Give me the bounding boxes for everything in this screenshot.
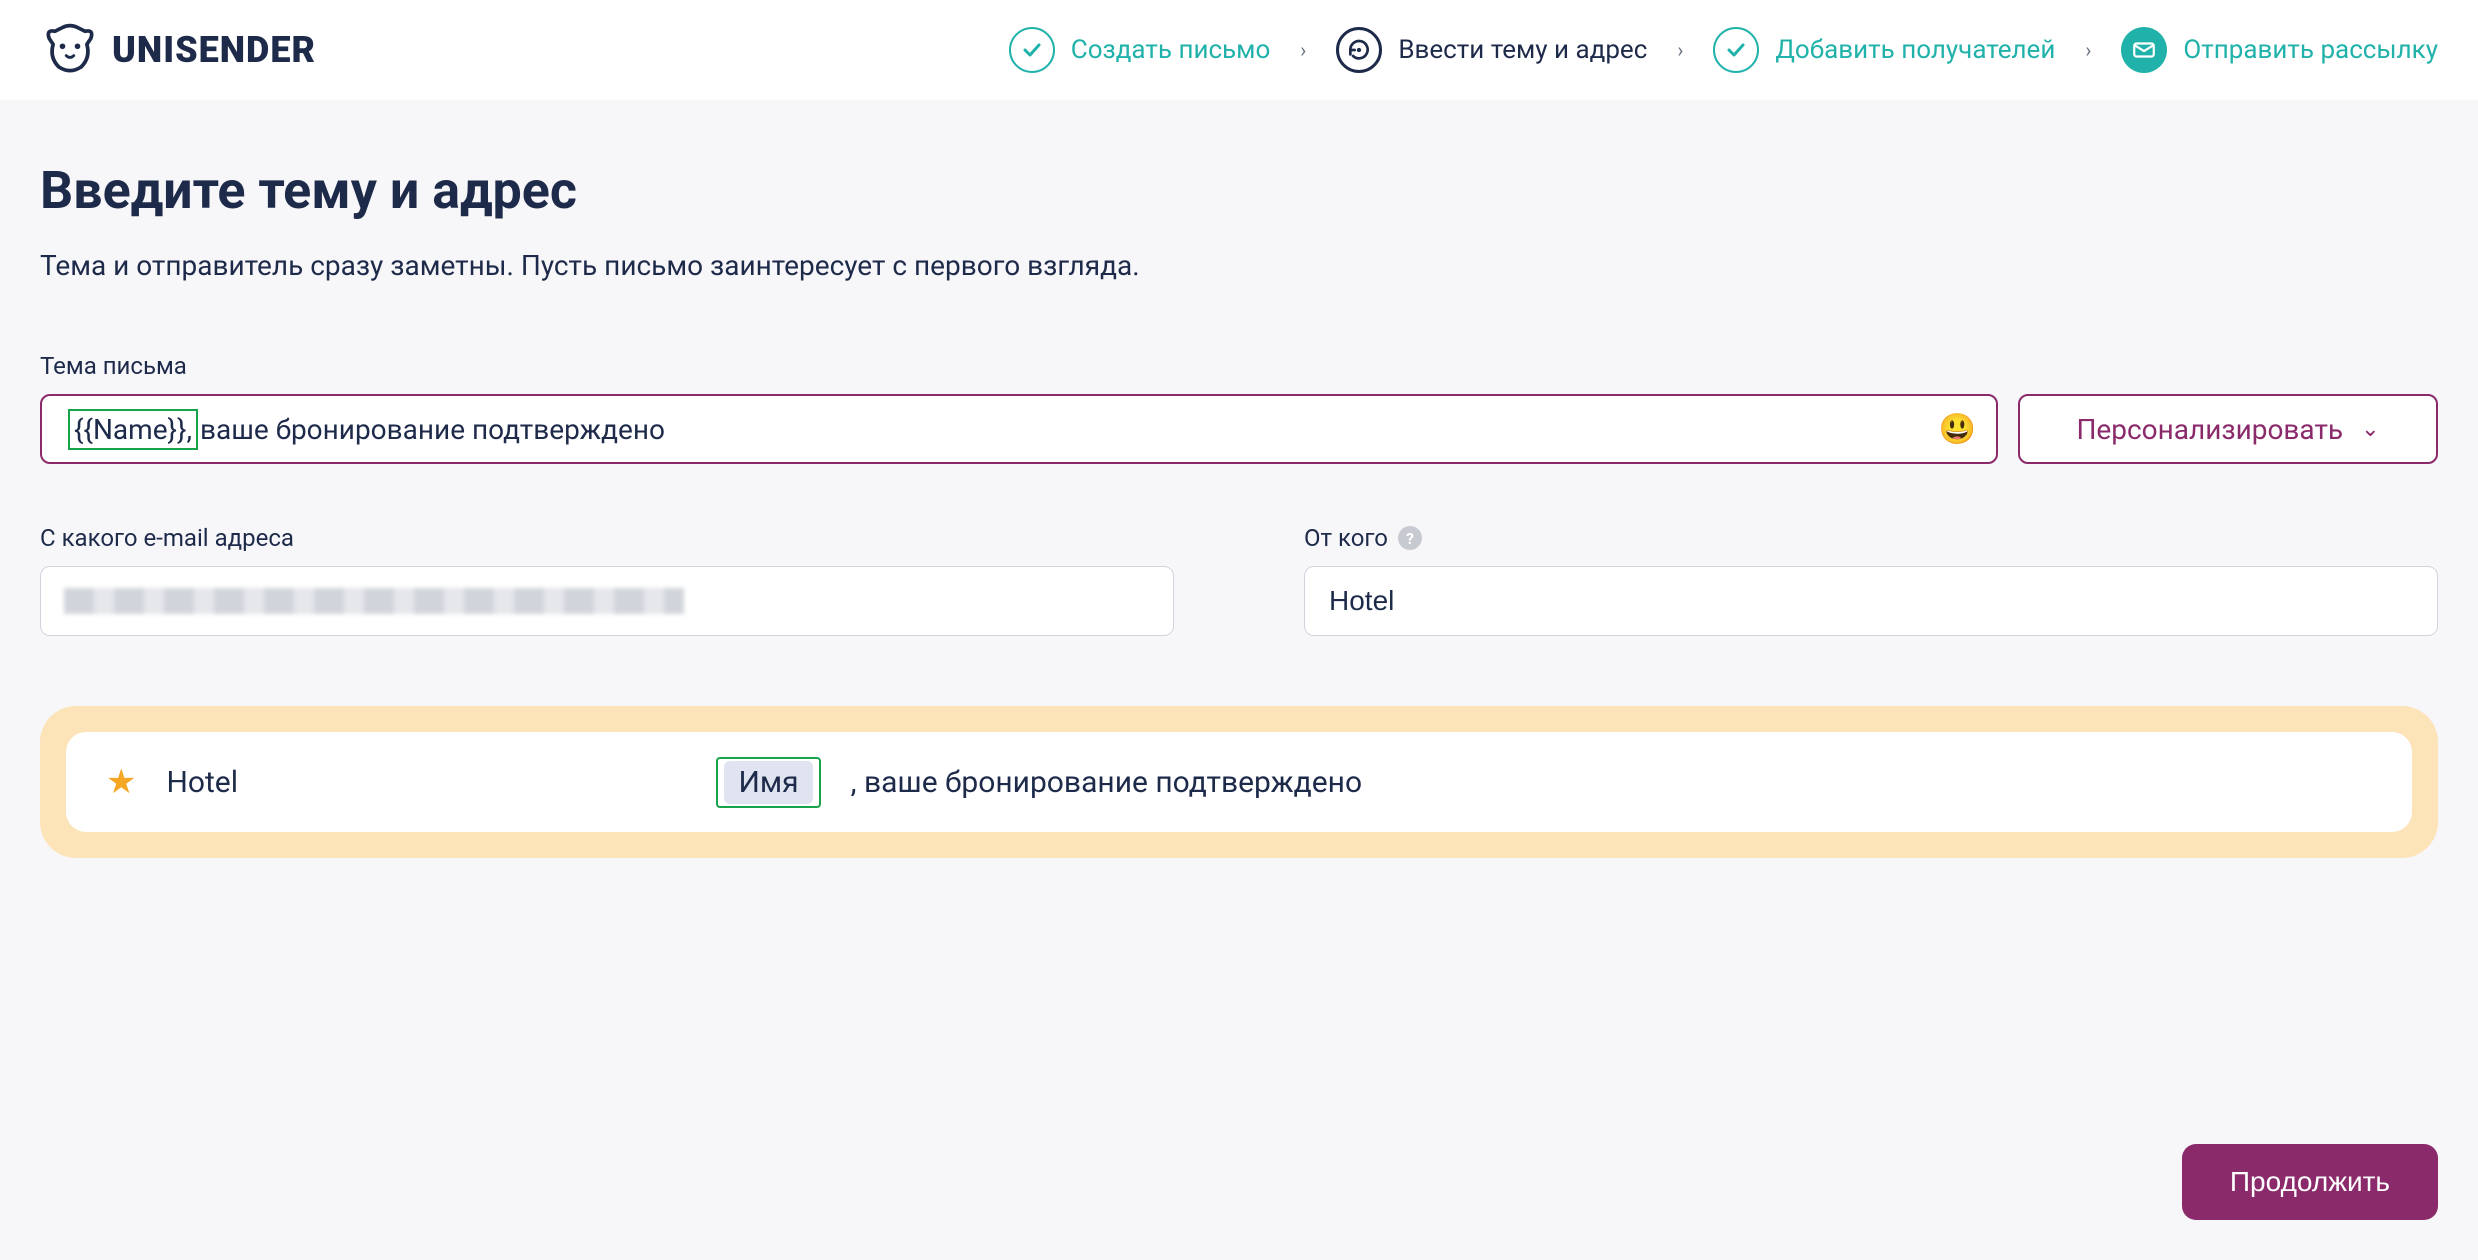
step-create[interactable]: Создать письмо <box>1009 27 1271 73</box>
page-title: Введите тему и адрес <box>40 160 2438 221</box>
preview-merge-token: Имя <box>716 757 820 808</box>
step-subject: Ввести тему и адрес <box>1336 27 1647 73</box>
from-email-group: С какого e-mail адреса <box>40 524 1174 636</box>
preview-token-label: Имя <box>724 761 812 804</box>
subject-field-group: Тема письма {{Name}}, ваше бронирование … <box>40 352 2438 464</box>
page-subtitle: Тема и отправитель сразу заметны. Пусть … <box>40 249 2438 282</box>
help-icon[interactable]: ? <box>1398 526 1422 550</box>
redacted-text <box>64 588 684 614</box>
from-email-label: С какого e-mail адреса <box>40 524 1174 552</box>
refresh-icon <box>1336 27 1382 73</box>
step-label: Создать письмо <box>1071 35 1271 65</box>
star-icon: ★ <box>106 762 136 802</box>
step-label: Добавить получателей <box>1775 35 2055 65</box>
subject-merge-token: {{Name}}, <box>68 409 198 450</box>
preview-panel: ★ Hotel Имя , ваше бронирование подтверж… <box>40 706 2438 858</box>
from-name-label: От кого <box>1304 524 1388 552</box>
chevron-right-icon: › <box>1300 38 1306 62</box>
from-name-group: От кого ? <box>1304 524 2438 636</box>
step-recipients[interactable]: Добавить получателей <box>1713 27 2055 73</box>
wizard-steps: Создать письмо › Ввести тему и адрес › Д… <box>376 27 2438 73</box>
step-label: Отправить рассылку <box>2183 35 2438 65</box>
subject-input[interactable]: {{Name}}, ваше бронирование подтверждено… <box>40 394 1998 464</box>
preview-card: ★ Hotel Имя , ваше бронирование подтверж… <box>66 732 2412 832</box>
subject-label: Тема письма <box>40 352 2438 380</box>
emoji-picker-button[interactable]: 😃 <box>1939 412 1976 447</box>
personalize-label: Персонализировать <box>2076 413 2343 446</box>
continue-button[interactable]: Продолжить <box>2182 1144 2438 1220</box>
app-header: UNISENDER Создать письмо › Ввести тему и… <box>0 0 2478 100</box>
step-label: Ввести тему и адрес <box>1398 35 1647 65</box>
page-content: Введите тему и адрес Тема и отправитель … <box>0 100 2478 958</box>
chevron-right-icon: › <box>1677 38 1683 62</box>
from-name-input[interactable] <box>1304 566 2438 636</box>
preview-from-name: Hotel <box>166 765 686 800</box>
brand-name: UNISENDER <box>112 29 316 71</box>
check-icon <box>1713 27 1759 73</box>
chevron-right-icon: › <box>2085 38 2091 62</box>
envelope-icon <box>2121 27 2167 73</box>
logo[interactable]: UNISENDER <box>40 20 316 80</box>
step-send[interactable]: Отправить рассылку <box>2121 27 2438 73</box>
preview-subject-rest: , ваше бронирование подтверждено <box>851 765 1362 800</box>
personalize-button[interactable]: Персонализировать ⌄ <box>2018 394 2438 464</box>
brand-dog-icon <box>40 20 100 80</box>
check-icon <box>1009 27 1055 73</box>
subject-text: ваше бронирование подтверждено <box>200 413 665 446</box>
chevron-down-icon: ⌄ <box>2361 417 2379 442</box>
